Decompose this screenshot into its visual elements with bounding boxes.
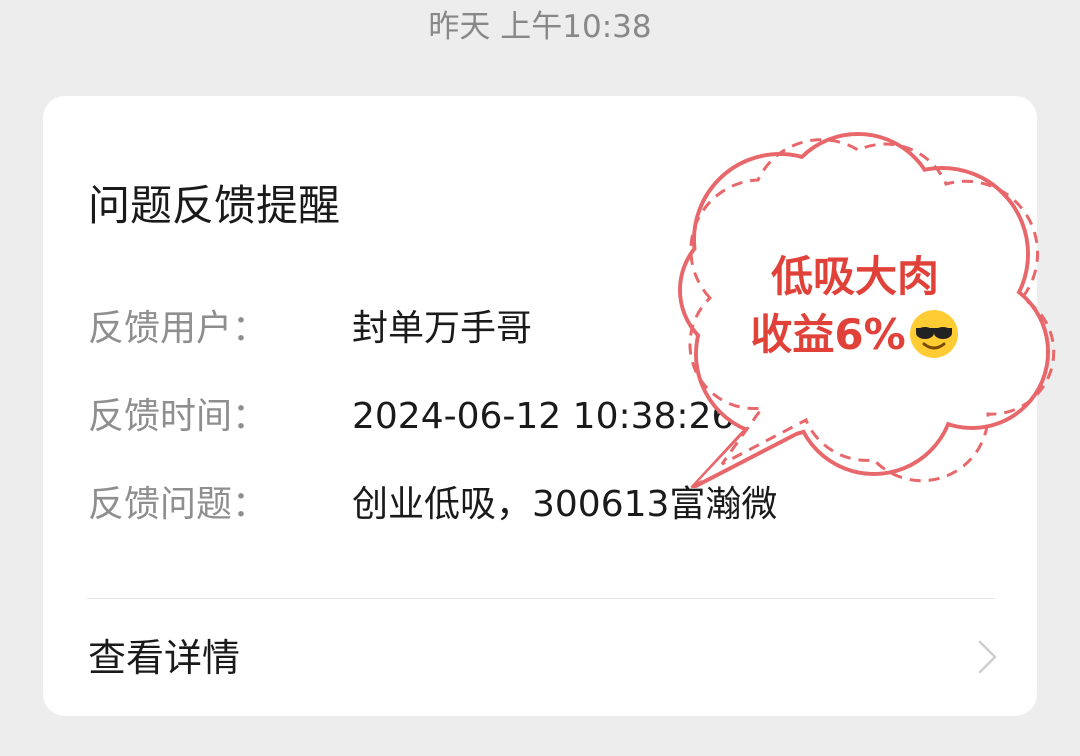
- cloud-sticker: 低吸大肉 收益6%: [650, 128, 1060, 490]
- card-title: 问题反馈提醒: [88, 181, 341, 230]
- view-details-link[interactable]: 查看详情: [43, 599, 1037, 716]
- row-label: 反馈问题：: [88, 484, 269, 525]
- sticker-text: 低吸大肉 收益6%: [710, 248, 1000, 364]
- chevron-right-icon: [978, 640, 997, 674]
- row-value: 封单万手哥: [352, 308, 533, 349]
- row-label: 反馈用户：: [88, 308, 269, 349]
- sticker-line-1: 低吸大肉: [770, 252, 939, 301]
- view-details-label: 查看详情: [88, 636, 241, 680]
- sticker-line-2: 收益6%: [710, 306, 1000, 364]
- message-timestamp: 昨天 上午10:38: [428, 9, 652, 45]
- row-label: 反馈时间：: [88, 396, 269, 437]
- sunglasses-emoji-icon: [909, 309, 958, 358]
- sticker-line-2-text: 收益6%: [750, 310, 906, 359]
